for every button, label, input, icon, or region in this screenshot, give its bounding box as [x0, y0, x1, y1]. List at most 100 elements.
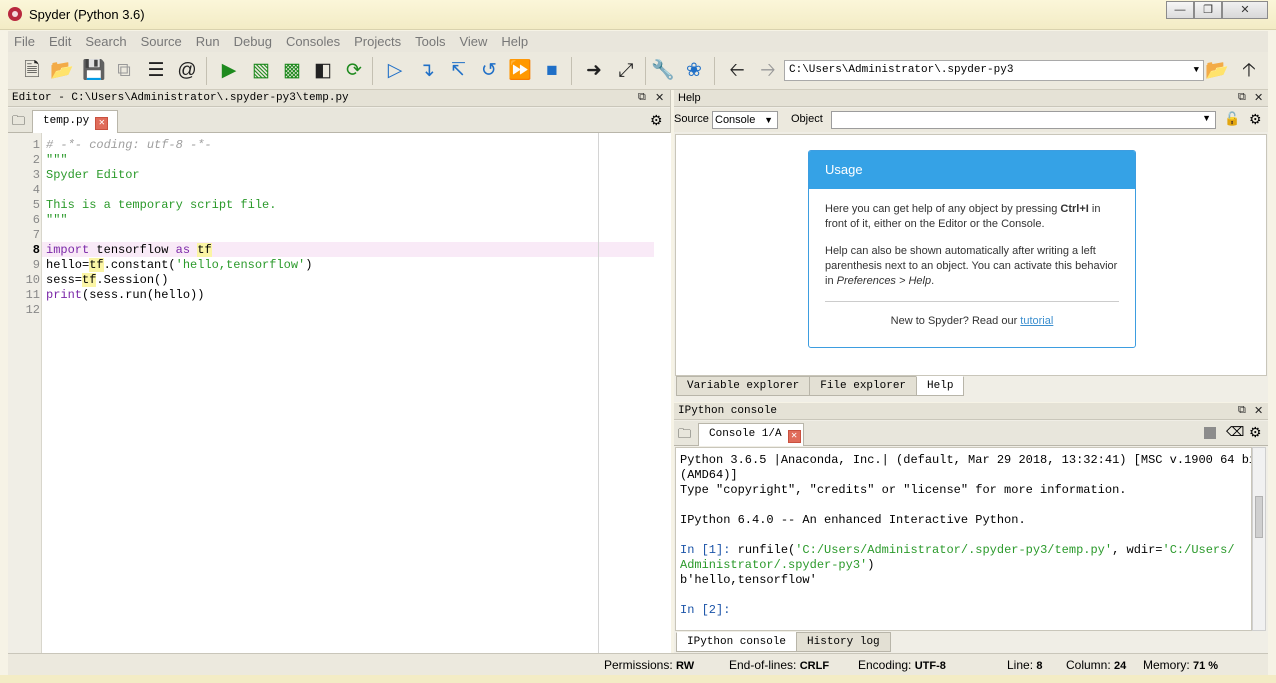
line-number: 7	[32, 228, 40, 242]
save-icon[interactable]: 💾	[82, 59, 106, 83]
forward-arrow-icon[interactable]: 🡢	[756, 59, 780, 83]
browse-tabs-icon[interactable]: 🗀	[12, 112, 25, 134]
debug-icon[interactable]: ▷	[383, 59, 407, 83]
list-icon[interactable]: ☰	[144, 59, 168, 83]
step-icon[interactable]: ↴	[415, 59, 439, 83]
code-line: print(sess.run(hello))	[46, 288, 205, 302]
help-toolbar: Source Console ▼ Object ▼ 🔓 ⚙	[674, 108, 1268, 132]
scrollbar-thumb[interactable]	[1255, 496, 1263, 538]
status-eol: End-of-lines: CRLF	[729, 658, 830, 672]
line-number: 6	[32, 213, 40, 227]
continue-icon[interactable]: ⏩	[508, 59, 532, 83]
undock-icon[interactable]: ⧉	[1238, 404, 1246, 417]
source-select[interactable]: Console ▼	[712, 111, 778, 129]
status-permissions: Permissions: RW	[604, 658, 695, 672]
stop-kernel-icon[interactable]	[1204, 427, 1216, 439]
help-bottom-tabs: Variable explorer File explorer Help	[676, 376, 965, 396]
run-icon[interactable]: ▶	[217, 59, 241, 83]
pane-close-icon[interactable]: ✕	[655, 91, 664, 104]
console-bottom-tabs: IPython console History log	[676, 632, 891, 652]
status-bar: Permissions: RW End-of-lines: CRLF Encod…	[8, 653, 1268, 675]
run-selection-icon[interactable]: ◧	[311, 59, 335, 83]
close-button[interactable]: ✕	[1222, 1, 1268, 19]
menu-tools[interactable]: Tools	[409, 34, 451, 49]
usage-card: Usage Here you can get help of any objec…	[808, 150, 1136, 348]
fullscreen-icon[interactable]: ⤢	[614, 59, 638, 83]
console-line: (AMD64)]	[680, 468, 738, 482]
line-number: 10	[25, 273, 40, 287]
source-select-value: Console	[715, 114, 756, 126]
close-tab-icon[interactable]: ✕	[787, 430, 801, 443]
chevron-down-icon[interactable]: ▼	[1202, 113, 1211, 123]
maximize-button[interactable]: ❐	[1194, 1, 1222, 19]
options-gear-icon[interactable]: ⚙	[1249, 111, 1262, 128]
stop-icon[interactable]: ■	[540, 59, 564, 83]
working-directory-value: C:\Users\Administrator\.spyder-py3	[789, 64, 1014, 76]
title-bar: Spyder (Python 3.6) — ❐ ✕	[0, 0, 1276, 30]
tab-ipython-console[interactable]: IPython console	[676, 632, 798, 652]
step-return-icon[interactable]: ↺	[477, 59, 501, 83]
at-sign-icon[interactable]: @	[175, 59, 199, 83]
browse-tabs-icon[interactable]: 🗀	[678, 425, 691, 447]
tab-variable-explorer[interactable]: Variable explorer	[676, 376, 811, 396]
console-scrollbar[interactable]	[1252, 447, 1266, 631]
preferences-wrench-icon[interactable]: 🔧	[651, 59, 675, 83]
code-line: sess=tf.Session()	[46, 273, 169, 287]
python-path-icon[interactable]: ❀	[682, 59, 706, 83]
close-tab-icon[interactable]: ✕	[95, 117, 109, 130]
usage-title: Usage	[809, 151, 1135, 189]
menu-projects[interactable]: Projects	[348, 34, 407, 49]
browse-folder-icon[interactable]: 📂	[1205, 59, 1229, 83]
minimize-button[interactable]: —	[1166, 1, 1194, 19]
working-directory-combobox[interactable]: C:\Users\Administrator\.spyder-py3 ▼	[784, 60, 1204, 81]
rerun-icon[interactable]: ⟳	[342, 59, 366, 83]
editor-file-tab[interactable]: temp.py ✕	[32, 110, 118, 133]
tab-history-log[interactable]: History log	[796, 632, 891, 652]
source-label: Source	[674, 113, 709, 125]
help-content-view: Usage Here you can get help of any objec…	[675, 134, 1267, 376]
eraser-icon[interactable]: ⌫	[1226, 424, 1244, 440]
line-number-gutter: 1 2 3 4 5 6 7 8 9 10 11 12	[8, 133, 41, 653]
run-cell-advance-icon[interactable]: ▩	[280, 59, 304, 83]
console-tab-bar: 🗀 Console 1/A ✕ ⌫ ⚙	[674, 421, 1268, 446]
menu-debug[interactable]: Debug	[228, 34, 278, 49]
undock-icon[interactable]: ⧉	[638, 91, 646, 104]
console-output[interactable]: Python 3.6.5 |Anaconda, Inc.| (default, …	[675, 447, 1252, 631]
open-file-icon[interactable]: 📂	[50, 59, 74, 83]
tab-file-explorer[interactable]: File explorer	[809, 376, 918, 396]
menu-help[interactable]: Help	[495, 34, 534, 49]
step-into-icon[interactable]: ↸	[446, 59, 470, 83]
run-cell-icon[interactable]: ▧	[249, 59, 273, 83]
status-encoding: Encoding: UTF-8	[858, 658, 946, 672]
console-tab[interactable]: Console 1/A ✕	[698, 423, 804, 446]
lock-icon[interactable]: 🔓	[1224, 111, 1240, 127]
menu-consoles[interactable]: Consoles	[280, 34, 346, 49]
new-file-icon[interactable]: 🗎	[20, 59, 44, 83]
tab-help[interactable]: Help	[916, 376, 965, 396]
object-combobox[interactable]: ▼	[831, 111, 1216, 129]
pane-close-icon[interactable]: ✕	[1254, 91, 1263, 104]
code-line: Spyder Editor	[46, 168, 140, 182]
menu-run[interactable]: Run	[190, 34, 226, 49]
help-pane-title: Help	[674, 90, 1268, 107]
tutorial-link[interactable]: tutorial	[1020, 315, 1053, 327]
save-all-icon[interactable]: ⧉	[112, 59, 136, 83]
options-gear-icon[interactable]: ⚙	[650, 112, 663, 129]
chevron-down-icon[interactable]: ▼	[1194, 61, 1199, 80]
code-line: import tensorflow as tf	[46, 243, 212, 257]
menu-search[interactable]: Search	[79, 34, 132, 49]
menu-view[interactable]: View	[453, 34, 493, 49]
pane-close-icon[interactable]: ✕	[1254, 404, 1263, 417]
code-editor[interactable]: # -*- coding: utf-8 -*- """ Spyder Edito…	[41, 133, 671, 653]
back-arrow-icon[interactable]: 🡠	[725, 59, 749, 83]
undock-icon[interactable]: ⧉	[1238, 91, 1246, 104]
parent-dir-arrow-icon[interactable]: 🡡	[1237, 59, 1261, 83]
options-gear-icon[interactable]: ⚙	[1249, 424, 1262, 441]
menu-file[interactable]: File	[8, 34, 41, 49]
object-label: Object	[791, 113, 823, 125]
menu-source[interactable]: Source	[135, 34, 188, 49]
line-number: 9	[32, 258, 40, 272]
chevron-down-icon[interactable]: ▼	[764, 112, 773, 128]
maximize-pane-icon[interactable]: ➜	[582, 59, 606, 83]
menu-edit[interactable]: Edit	[43, 34, 77, 49]
